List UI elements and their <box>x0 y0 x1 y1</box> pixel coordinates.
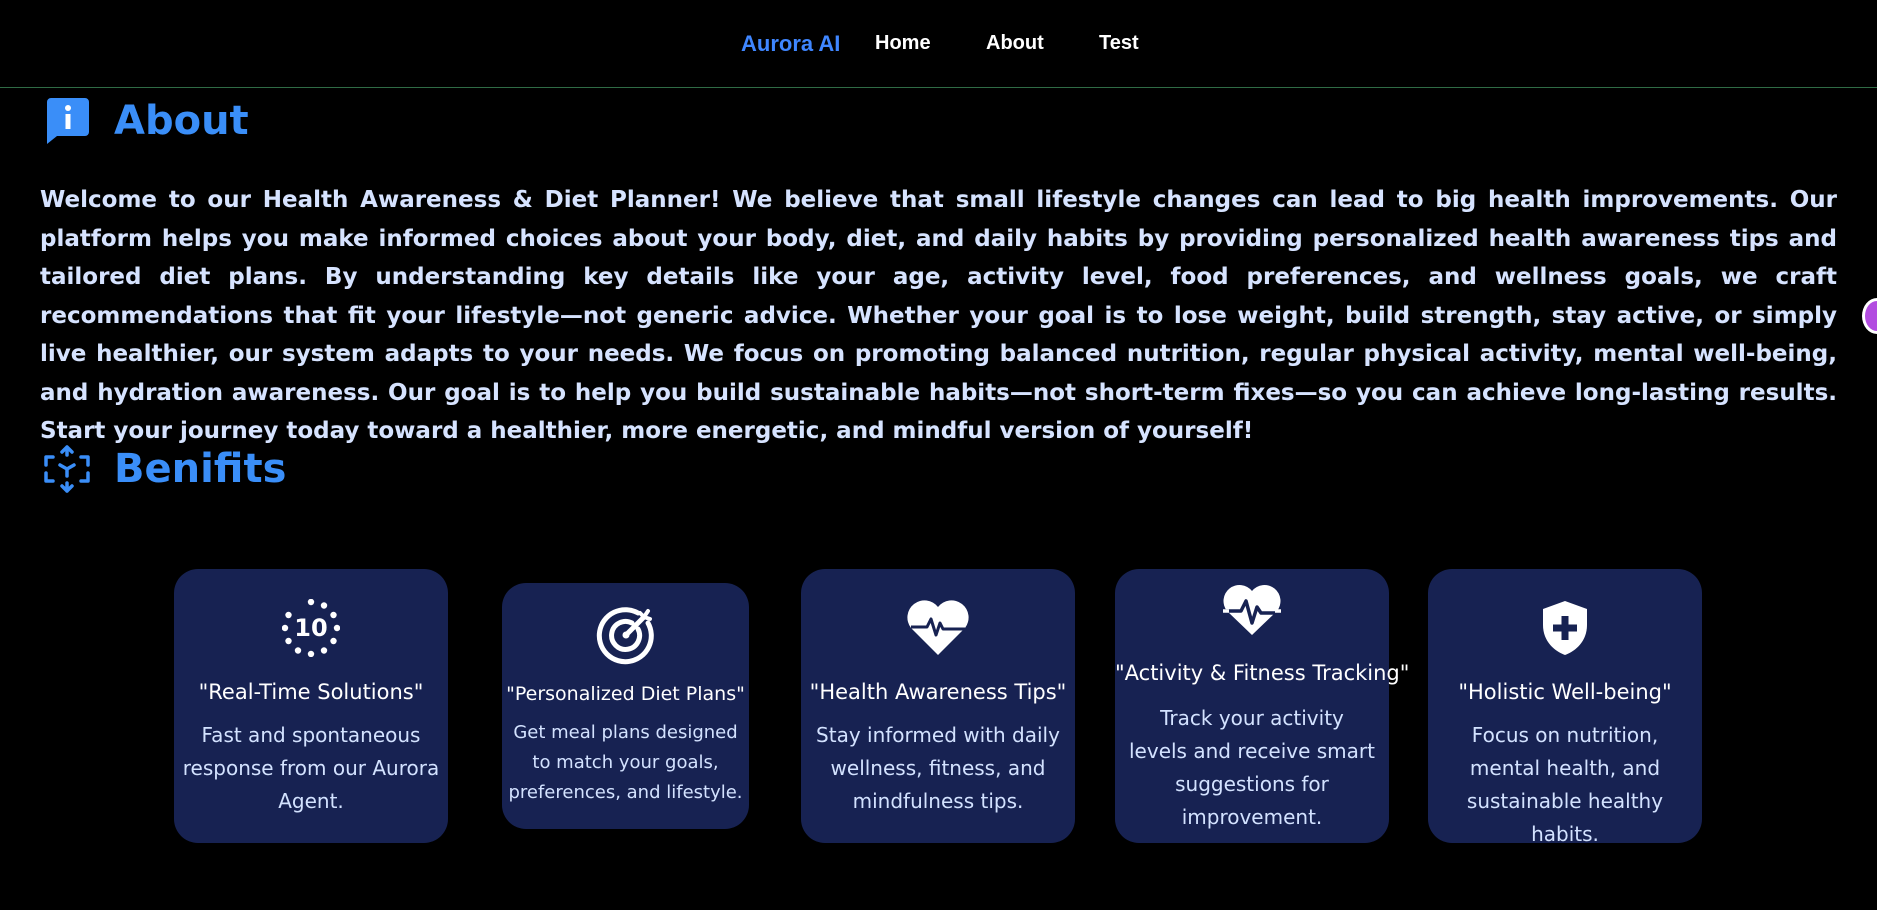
about-header: About <box>42 96 249 146</box>
benefit-card-fitness-tracking: "Activity & Fitness Tracking" Track your… <box>1115 569 1410 843</box>
card-description: Fast and spontaneous response from our A… <box>182 723 440 813</box>
top-navbar: Aurora AI Home About Test <box>0 0 1877 88</box>
card-title: "Holistic Well-being" <box>1458 680 1672 704</box>
benefit-card-awareness-tips: "Health Awareness Tips" Stay informed wi… <box>801 569 1075 843</box>
card-title: "Health Awareness Tips" <box>809 680 1067 704</box>
floating-chat-button[interactable] <box>1862 298 1877 334</box>
heart-pulse-icon <box>801 597 1075 657</box>
timer-10-icon: 10 <box>174 599 448 657</box>
card-title: "Real-Time Solutions" <box>198 680 424 704</box>
card-description: Track your activity levels and receive s… <box>1129 706 1375 829</box>
shield-plus-icon <box>1428 599 1702 657</box>
card-description: Stay informed with daily wellness, fitne… <box>816 723 1060 813</box>
benefit-card-real-time: 10 "Real-Time Solutions" Fast and sponta… <box>174 569 448 843</box>
brand-logo-link[interactable]: Aurora AI <box>741 31 840 57</box>
info-chat-icon <box>42 96 92 146</box>
benefit-card-well-being: "Holistic Well-being" Focus on nutrition… <box>1428 569 1702 846</box>
svg-text:10: 10 <box>294 614 327 642</box>
benefit-card-diet-plans: "Personalized Diet Plans" Get meal plans… <box>502 583 749 829</box>
card-description: Get meal plans designed to match your go… <box>508 722 743 803</box>
card-title: "Personalized Diet Plans" <box>506 683 745 705</box>
about-heading: About <box>114 98 249 144</box>
nav-link-home[interactable]: Home <box>875 32 931 55</box>
benefits-heading: Benifits <box>114 446 287 492</box>
nav-link-test[interactable]: Test <box>1099 32 1139 55</box>
target-icon <box>502 605 749 665</box>
cube-expand-icon <box>42 444 92 494</box>
about-description: Welcome to our Health Awareness & Diet P… <box>40 187 1837 444</box>
card-title: "Activity & Fitness Tracking" <box>1115 661 1410 685</box>
nav-link-about[interactable]: About <box>986 32 1044 55</box>
card-description: Focus on nutrition, mental health, and s… <box>1466 723 1664 846</box>
benefits-header: Benifits <box>42 444 286 494</box>
heartbeat-icon <box>1115 583 1389 637</box>
